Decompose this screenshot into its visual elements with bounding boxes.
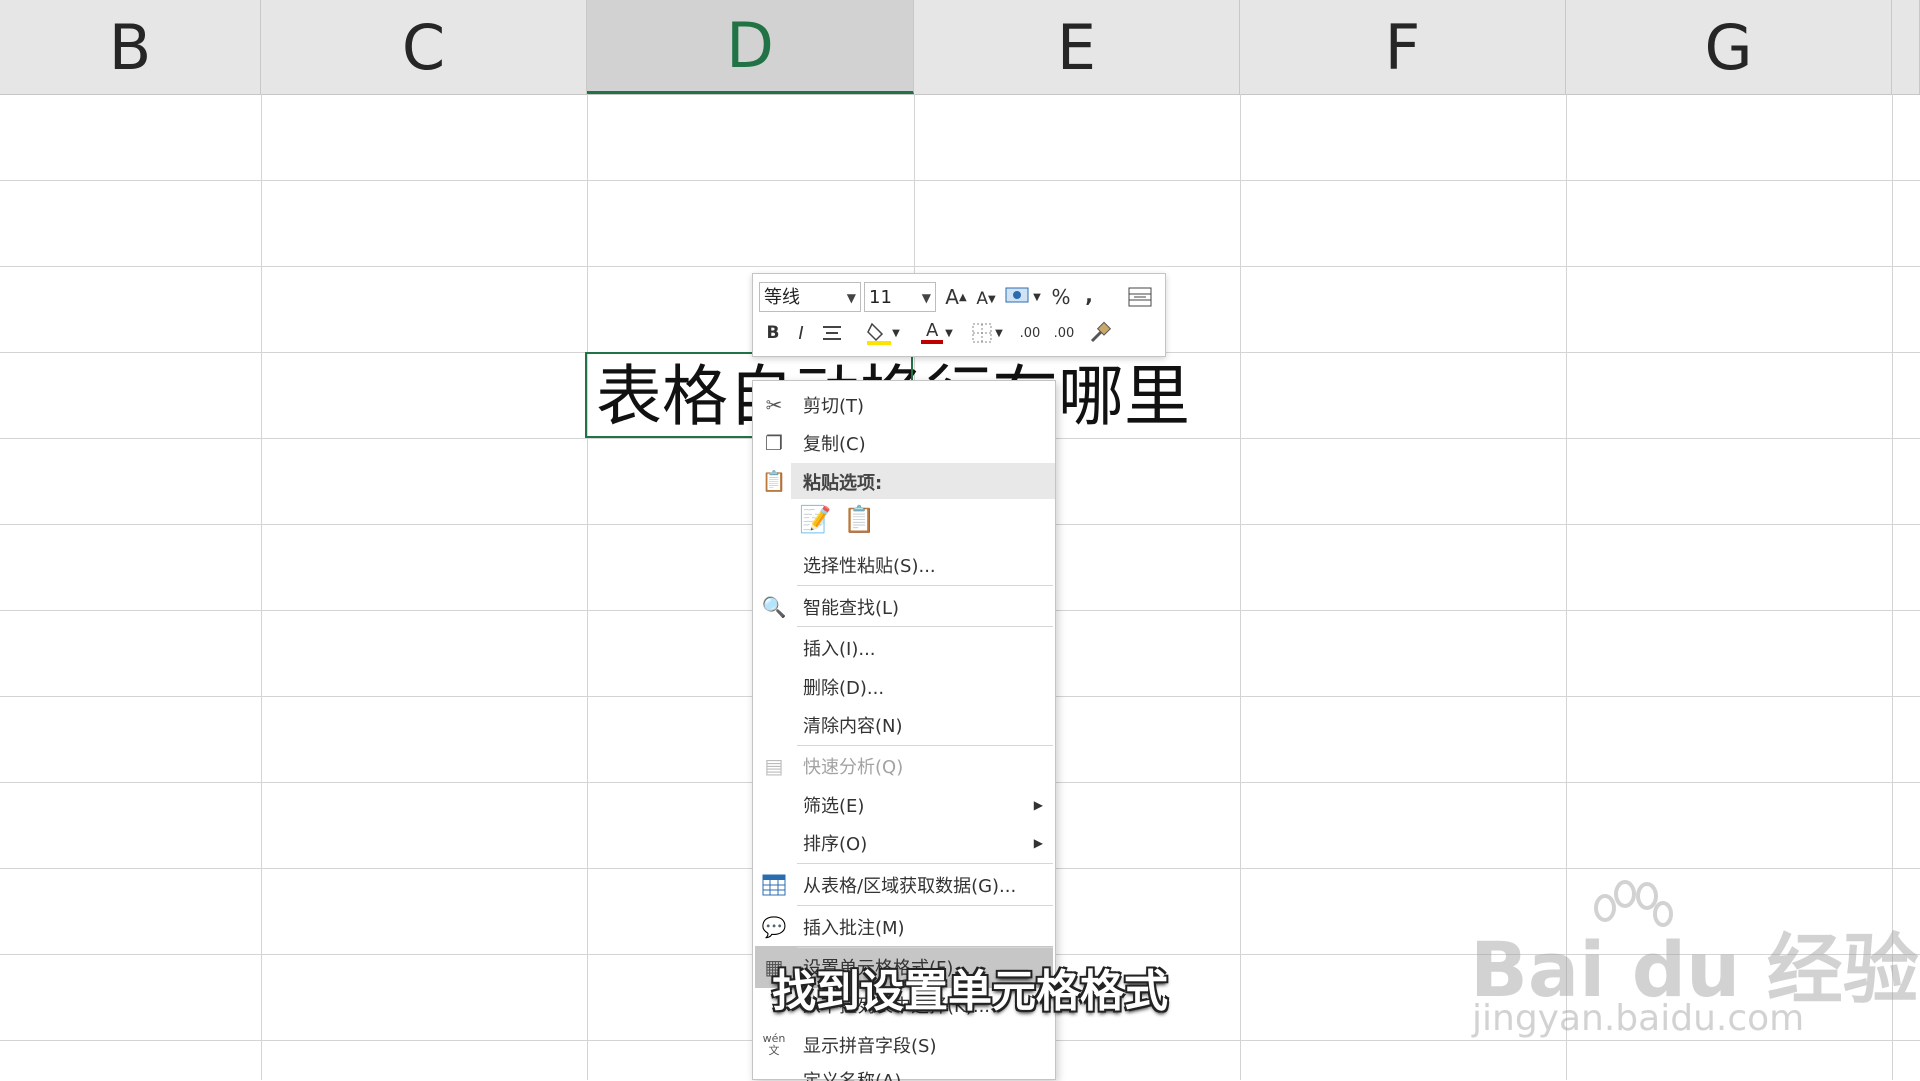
menu-item-label: 显示拼音字段(S) (803, 1036, 937, 1057)
quick-analysis-icon: ▤ (764, 754, 784, 778)
paintbrush-icon (1090, 321, 1112, 343)
borders-icon (972, 323, 992, 343)
menu-separator (797, 905, 1053, 906)
menu-separator (797, 585, 1053, 586)
menu-item-label: 插入(I)... (803, 639, 876, 660)
menu-item-insert-comment[interactable]: 💬 插入批注(M) (753, 909, 1055, 945)
currency-format-icon (1005, 287, 1029, 303)
menu-item-label: 删除(D)... (803, 678, 885, 699)
menu-item-copy[interactable]: ❐ 复制(C) (753, 425, 1055, 461)
decrease-font-icon: A (976, 289, 988, 309)
paw-logo-icon (1594, 880, 1673, 927)
menu-item-label: 剪切(T) (803, 396, 865, 417)
format-painter-button[interactable] (1085, 318, 1115, 348)
chevron-down-icon: ▼ (846, 291, 856, 305)
paste-option-buttons: 📝 📋 (753, 503, 1055, 543)
gridline (0, 266, 1920, 267)
chevron-down-icon: ▼ (921, 291, 931, 305)
menu-separator (797, 863, 1053, 864)
menu-item-insert[interactable]: 插入(I)... (753, 630, 1055, 666)
font-size-value: 11 (869, 287, 892, 308)
copy-icon: ❐ (765, 431, 783, 455)
merge-center-button[interactable] (1125, 282, 1155, 312)
column-header-e[interactable]: E (914, 0, 1240, 94)
gridline (1240, 94, 1241, 1080)
bold-button[interactable]: B (761, 318, 785, 348)
menu-separator (797, 947, 1053, 948)
scissors-icon: ✂ (765, 393, 783, 417)
column-header-b[interactable]: B (0, 0, 261, 94)
decrease-decimal-icon: .00 (1053, 325, 1075, 341)
smart-lookup-icon: 🔍 (761, 595, 787, 619)
menu-item-label: 筛选(E) (803, 796, 865, 817)
increase-decimal-button[interactable]: .00 (1015, 318, 1045, 348)
menu-separator (797, 626, 1053, 627)
mini-toolbar: 等线 ▼ 11 ▼ A ▲ A ▼ ▼ % , B I ▼ A ▼ ▼ .00 .0… (752, 273, 1166, 357)
font-color-icon: A (925, 320, 939, 341)
increase-decimal-icon: .00 (1019, 325, 1041, 341)
borders-button[interactable]: ▼ (967, 318, 1007, 348)
percent-style-button[interactable]: % (1047, 282, 1075, 312)
watermark-url: jingyan.baidu.com (1472, 998, 1805, 1039)
gridline (587, 94, 588, 1080)
paste-values-icon[interactable]: 📋 (843, 505, 875, 535)
table-icon (759, 870, 789, 900)
font-size-dropdown[interactable]: 11 ▼ (864, 282, 936, 312)
menu-item-smart-lookup[interactable]: 🔍 智能查找(L) (753, 589, 1055, 625)
decrease-decimal-button[interactable]: .00 (1049, 318, 1079, 348)
number-format-button[interactable]: ▼ (1003, 282, 1043, 312)
decrease-font-size-button[interactable]: A ▼ (973, 284, 999, 314)
fill-color-button[interactable]: ▼ (863, 318, 903, 348)
menu-item-quick-analysis: ▤ 快速分析(Q) (753, 748, 1055, 784)
fill-bucket-icon (867, 322, 892, 345)
menu-item-clear-contents[interactable]: 清除内容(N) (753, 707, 1055, 743)
column-header-f[interactable]: F (1240, 0, 1566, 94)
chevron-right-icon: ▶ (1033, 798, 1043, 812)
baidu-watermark: Bai du 经验 jingyan.baidu.com (1470, 870, 1919, 1050)
comment-icon: 💬 (761, 915, 787, 939)
menu-item-label: 定义名称(A)... (803, 1067, 919, 1081)
menu-item-label: 快速分析(Q) (803, 757, 904, 778)
menu-item-sort[interactable]: 排序(O) ▶ (753, 825, 1055, 861)
menu-item-label: 插入批注(M) (803, 918, 905, 939)
gridline (0, 180, 1920, 181)
align-center-icon (823, 326, 841, 340)
comma-style-button[interactable]: , (1077, 280, 1101, 310)
italic-button[interactable]: I (789, 318, 813, 348)
paste-keep-formatting-icon[interactable]: 📝 (799, 505, 831, 535)
paste-icon: 📋 (761, 469, 787, 493)
font-name-value: 等线 (764, 287, 800, 308)
merge-cells-icon (1128, 287, 1152, 307)
menu-item-label: 排序(O) (803, 834, 868, 855)
menu-item-label: 从表格/区域获取数据(G)... (803, 876, 1017, 897)
menu-item-label: 智能查找(L) (803, 598, 900, 619)
column-header-g[interactable]: G (1566, 0, 1892, 94)
menu-item-label: 清除内容(N) (803, 716, 903, 737)
gridline (261, 94, 262, 1080)
increase-font-size-button[interactable]: A ▲ (943, 282, 969, 312)
menu-item-cut[interactable]: ✂ 剪切(T) (753, 387, 1055, 423)
menu-item-paste-options: 📋 (753, 463, 1055, 499)
font-name-dropdown[interactable]: 等线 ▼ (759, 282, 861, 312)
column-header-c[interactable]: C (261, 0, 587, 94)
font-color-button[interactable]: A ▼ (917, 318, 957, 348)
menu-item-filter[interactable]: 筛选(E) ▶ (753, 787, 1055, 823)
menu-item-delete[interactable]: 删除(D)... (753, 669, 1055, 705)
chevron-right-icon: ▶ (1033, 836, 1043, 850)
pinyin-icon: wén 文 (762, 1032, 786, 1057)
menu-separator (797, 745, 1053, 746)
video-subtitle: 找到设置单元格格式 (772, 966, 1168, 1017)
column-header-partial[interactable] (1892, 0, 1920, 94)
menu-item-label: 复制(C) (803, 434, 866, 455)
menu-item-get-data-from-table[interactable]: 从表格/区域获取数据(G)... (753, 867, 1055, 903)
increase-font-icon: A (945, 285, 959, 309)
column-header-d[interactable]: D (587, 0, 914, 94)
align-center-button[interactable] (817, 318, 847, 348)
menu-item-paste-special[interactable]: 选择性粘贴(S)... (753, 547, 1055, 583)
menu-item-show-phonetic[interactable]: wén 文 显示拼音字段(S) (753, 1027, 1055, 1063)
menu-item-label: 选择性粘贴(S)... (803, 556, 936, 577)
menu-item-define-name[interactable]: 定义名称(A)... (753, 1067, 1055, 1081)
